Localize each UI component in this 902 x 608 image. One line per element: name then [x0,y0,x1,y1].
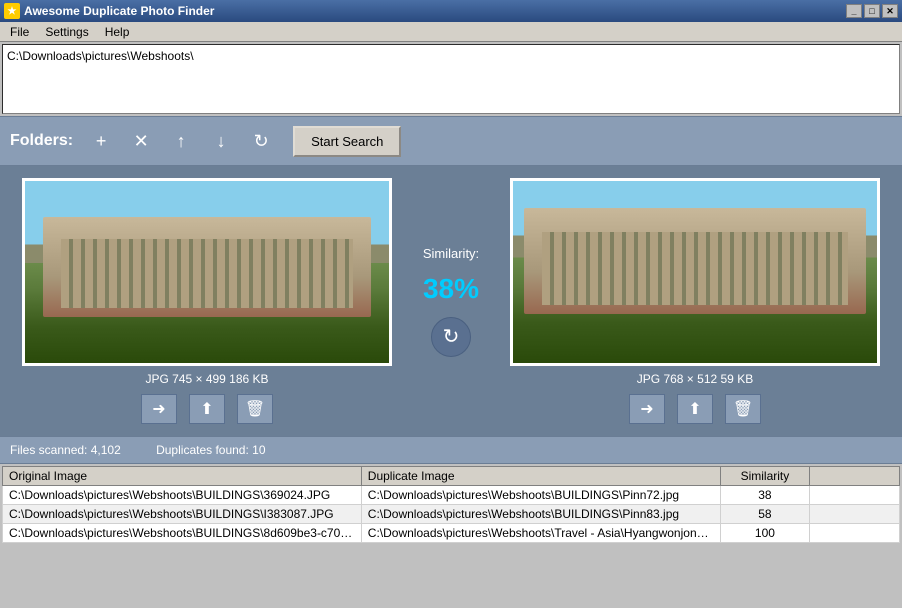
right-photo-image [513,181,877,363]
table-header-row: Original Image Duplicate Image Similarit… [3,467,900,486]
remove-folder-button[interactable]: ✕ [125,125,157,157]
similarity-label: Similarity: [423,246,479,261]
left-photo-panel: JPG 745 × 499 186 KB ➜ ⬆ 🗑 [8,174,406,428]
cell-duplicate: C:\Downloads\pictures\Webshoots\Travel -… [361,524,720,543]
cell-scrollbar [810,524,900,543]
similarity-value: 38% [423,273,479,305]
cell-similarity: 58 [720,505,810,524]
toolbar: Folders: + ✕ ↑ ↓ ↻ Start Search [0,116,902,166]
cell-scrollbar [810,486,900,505]
start-search-button[interactable]: Start Search [293,126,401,157]
right-photo-frame [510,178,880,366]
menu-file[interactable]: File [2,23,37,41]
app-icon: ★ [4,3,20,19]
right-upload-button[interactable]: ⬆ [677,394,713,424]
table-row[interactable]: C:\Downloads\pictures\Webshoots\BUILDING… [3,486,900,505]
left-photo-frame [22,178,392,366]
cell-original: C:\Downloads\pictures\Webshoots\BUILDING… [3,505,362,524]
folder-path: C:\Downloads\pictures\Webshoots\ [7,49,194,63]
right-delete-button[interactable]: 🗑 [725,394,761,424]
maximize-button[interactable]: □ [864,4,880,18]
left-photo-info: JPG 745 × 499 186 KB [145,372,268,386]
table-row[interactable]: C:\Downloads\pictures\Webshoots\BUILDING… [3,505,900,524]
scrollbar-header [810,467,900,486]
results-table-container: Original Image Duplicate Image Similarit… [2,466,900,543]
cell-similarity: 38 [720,486,810,505]
right-photo-actions: ➜ ⬆ 🗑 [629,394,761,424]
close-button[interactable]: ✕ [882,4,898,18]
folders-label: Folders: [10,132,73,150]
left-delete-button[interactable]: 🗑 [237,394,273,424]
menu-settings[interactable]: Settings [37,23,96,41]
minimize-button[interactable]: _ [846,4,862,18]
cell-original: C:\Downloads\pictures\Webshoots\BUILDING… [3,486,362,505]
menu-help[interactable]: Help [97,23,138,41]
cell-original: C:\Downloads\pictures\Webshoots\BUILDING… [3,524,362,543]
window-controls: _ □ ✕ [846,4,898,18]
cell-similarity: 100 [720,524,810,543]
folders-text-area[interactable]: C:\Downloads\pictures\Webshoots\ [2,44,900,114]
status-bar: Files scanned: 4,102 Duplicates found: 1… [0,436,902,464]
files-scanned: Files scanned: 4,102 [10,443,121,457]
add-folder-button[interactable]: + [85,125,117,157]
refresh-button[interactable]: ↻ [245,125,277,157]
results-table: Original Image Duplicate Image Similarit… [2,466,900,543]
duplicates-found: Duplicates found: 10 [156,443,265,457]
left-photo-actions: ➜ ⬆ 🗑 [141,394,273,424]
col-header-duplicate[interactable]: Duplicate Image [361,467,720,486]
center-panel: Similarity: 38% ↻ [406,174,496,428]
right-photo-info: JPG 768 × 512 59 KB [637,372,753,386]
left-move-button[interactable]: ➜ [141,394,177,424]
right-photo-panel: JPG 768 × 512 59 KB ➜ ⬆ 🗑 [496,174,894,428]
cell-duplicate: C:\Downloads\pictures\Webshoots\BUILDING… [361,505,720,524]
swap-button[interactable]: ↻ [431,317,471,357]
cell-duplicate: C:\Downloads\pictures\Webshoots\BUILDING… [361,486,720,505]
table-row[interactable]: C:\Downloads\pictures\Webshoots\BUILDING… [3,524,900,543]
col-header-original[interactable]: Original Image [3,467,362,486]
move-down-button[interactable]: ↓ [205,125,237,157]
left-photo-image [25,181,389,363]
app-title: Awesome Duplicate Photo Finder [24,4,846,18]
table-body: C:\Downloads\pictures\Webshoots\BUILDING… [3,486,900,543]
comparison-area: JPG 745 × 499 186 KB ➜ ⬆ 🗑 Similarity: 3… [0,166,902,436]
title-bar: ★ Awesome Duplicate Photo Finder _ □ ✕ [0,0,902,22]
move-up-button[interactable]: ↑ [165,125,197,157]
right-move-button[interactable]: ➜ [629,394,665,424]
left-upload-button[interactable]: ⬆ [189,394,225,424]
col-header-similarity[interactable]: Similarity [720,467,810,486]
cell-scrollbar [810,505,900,524]
menu-bar: File Settings Help [0,22,902,42]
